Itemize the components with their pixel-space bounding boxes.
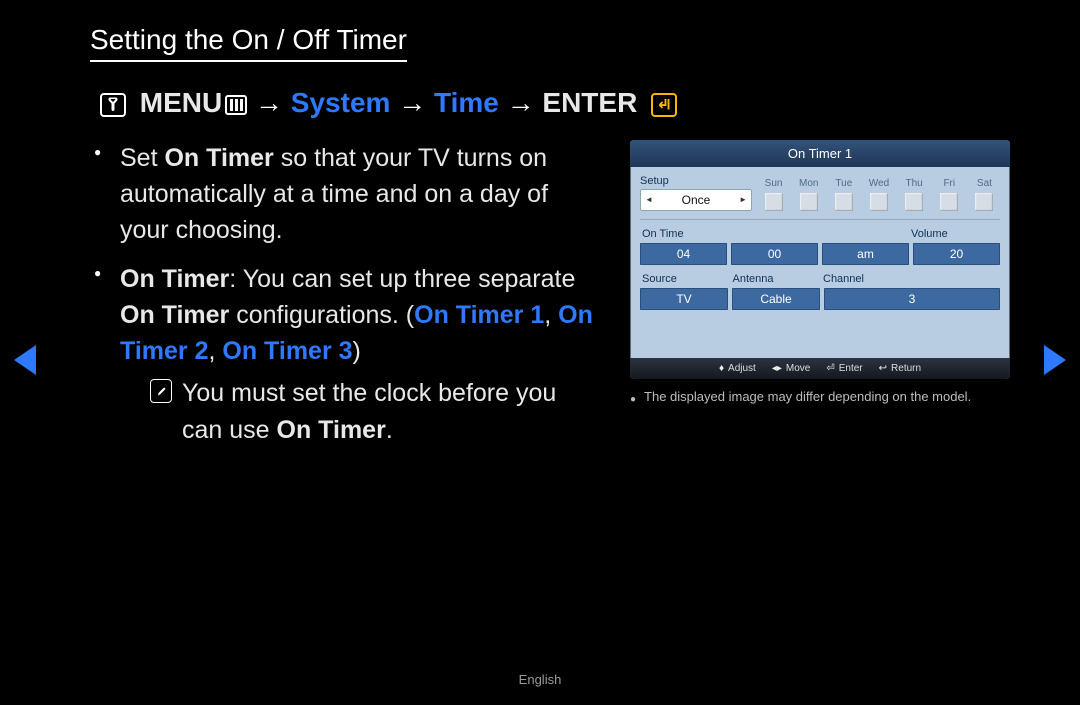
setup-label: Setup	[640, 175, 752, 187]
text: )	[353, 337, 361, 365]
setup-selector[interactable]: ◄ Once ►	[640, 189, 752, 211]
text: : You can set up three separate	[229, 265, 575, 293]
arrow-icon: →	[507, 87, 535, 118]
footnote-text: The displayed image may differ depending…	[644, 389, 971, 411]
source-value[interactable]: TV	[640, 288, 728, 310]
text-bold: On Timer	[277, 416, 386, 444]
antenna-label: Antenna	[731, 273, 822, 285]
day-label: Wed	[863, 178, 894, 189]
text: .	[386, 416, 393, 444]
foot-adjust: Adjust	[728, 363, 756, 374]
link-on-timer-3: On Timer 3	[222, 337, 352, 365]
menu-grid-icon	[225, 95, 247, 115]
setup-value: Once	[682, 193, 711, 207]
text: Set	[120, 144, 164, 172]
arrow-icon: →	[255, 87, 283, 118]
nav-next-button[interactable]	[1044, 345, 1066, 375]
volume-label: Volume	[909, 228, 1000, 240]
osd-title: On Timer 1	[630, 140, 1010, 167]
volume-value[interactable]: 20	[913, 243, 1000, 265]
text-bold: On Timer	[164, 144, 273, 172]
antenna-value[interactable]: Cable	[732, 288, 820, 310]
day-label: Fri	[934, 178, 965, 189]
bullet-icon: ●	[630, 389, 636, 411]
return-icon: ↩	[879, 363, 887, 374]
foot-return: Return	[891, 363, 921, 374]
breadcrumb: MENU → System → Time → ENTER	[100, 84, 1010, 122]
enter-icon	[651, 93, 677, 117]
day-label: Sun	[758, 178, 789, 189]
nav-prev-button[interactable]	[14, 345, 36, 375]
menu-label: MENU	[140, 87, 222, 118]
day-checkbox-tue[interactable]	[835, 193, 853, 211]
breadcrumb-time: Time	[434, 87, 499, 118]
hour-value[interactable]: 04	[640, 243, 727, 265]
updown-icon: ♦	[719, 363, 724, 374]
foot-enter: Enter	[839, 363, 863, 374]
channel-label: Channel	[821, 273, 1000, 285]
chevron-left-icon: ◄	[645, 195, 653, 204]
remote-menu-icon	[100, 93, 126, 117]
note-icon	[150, 379, 172, 403]
language-label: English	[0, 672, 1080, 687]
ampm-value[interactable]: am	[822, 243, 909, 265]
day-checkbox-fri[interactable]	[940, 193, 958, 211]
days-row: Sun Mon Tue Wed Thu Fri Sat	[758, 178, 1000, 211]
breadcrumb-system: System	[291, 87, 391, 118]
bullet-item: Set On Timer so that your TV turns on au…	[90, 140, 602, 249]
text: ,	[208, 337, 222, 365]
channel-value[interactable]: 3	[824, 288, 1000, 310]
text-bold: On Timer	[120, 265, 229, 293]
source-label: Source	[640, 273, 731, 285]
minute-value[interactable]: 00	[731, 243, 818, 265]
day-checkbox-wed[interactable]	[870, 193, 888, 211]
day-checkbox-mon[interactable]	[800, 193, 818, 211]
text: configurations. (	[229, 301, 414, 329]
day-label: Mon	[793, 178, 824, 189]
chevron-right-icon: ►	[739, 195, 747, 204]
enter-small-icon: ⏎	[826, 363, 834, 374]
enter-label: ENTER	[542, 87, 637, 118]
day-checkbox-sat[interactable]	[975, 193, 993, 211]
osd-preview: On Timer 1 Setup ◄ Once ► Sun	[630, 140, 1010, 379]
day-checkbox-sun[interactable]	[765, 193, 783, 211]
osd-footer: ♦ Adjust ◂▸ Move ⏎ Enter ↩ Return	[630, 358, 1010, 379]
arrow-icon: →	[398, 87, 426, 118]
day-label: Sat	[969, 178, 1000, 189]
link-on-timer-1: On Timer 1	[414, 301, 544, 329]
text-bold: On Timer	[120, 301, 229, 329]
leftright-icon: ◂▸	[772, 363, 782, 374]
note-text: You must set the clock before you can us…	[182, 375, 602, 448]
page-title: Setting the On / Off Timer	[90, 24, 407, 62]
day-checkbox-thu[interactable]	[905, 193, 923, 211]
foot-move: Move	[786, 363, 810, 374]
bullet-item: On Timer: You can set up three separate …	[90, 261, 602, 448]
day-label: Thu	[899, 178, 930, 189]
text: ,	[544, 301, 558, 329]
ontime-label: On Time	[640, 228, 909, 240]
day-label: Tue	[828, 178, 859, 189]
